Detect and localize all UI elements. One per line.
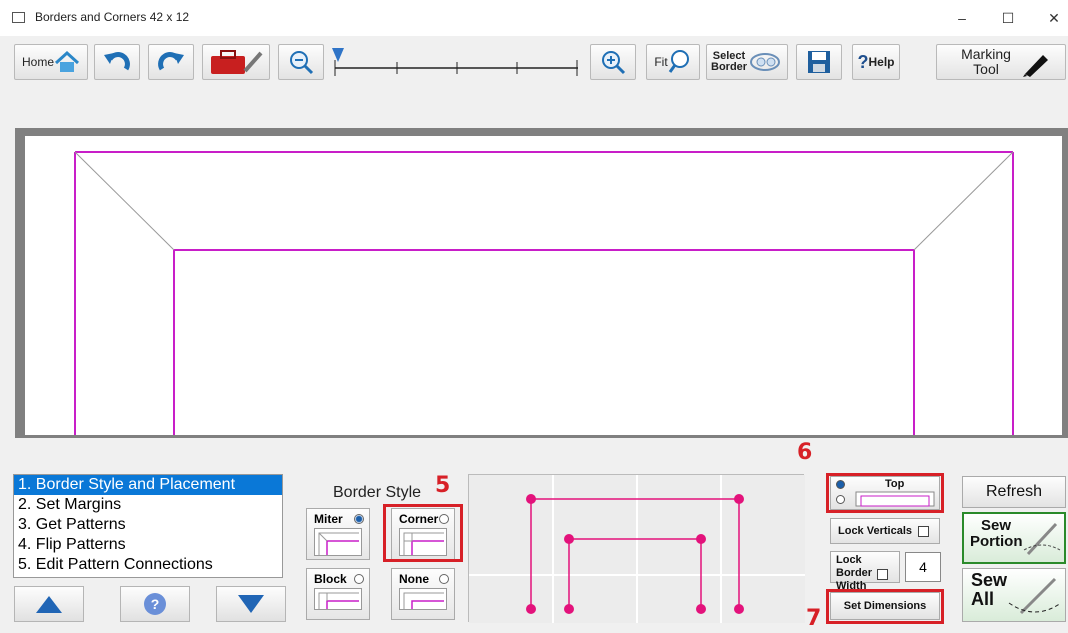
border-style-title: Border Style	[333, 484, 422, 501]
minimize-button[interactable]: –	[944, 6, 980, 30]
help-circle-icon: ?	[144, 593, 166, 615]
step-item[interactable]: 2. Set Margins	[14, 495, 282, 515]
needle-icon	[1023, 522, 1061, 556]
lock-verticals-control[interactable]: Lock Verticals	[830, 518, 940, 544]
zoom-slider-thumb	[332, 48, 344, 62]
sew-all-label: Sew All	[971, 570, 1008, 609]
home-label: Home	[21, 55, 54, 69]
border-layout-drawing	[74, 151, 1014, 435]
save-icon	[808, 51, 830, 73]
miter-style-icon	[314, 528, 362, 556]
redo-icon	[158, 52, 184, 71]
save-button[interactable]	[796, 44, 842, 80]
none-style-icon	[399, 588, 447, 610]
toolbox-icon	[211, 50, 263, 74]
block-option[interactable]: Block	[306, 568, 370, 620]
annotation-7: 7	[806, 606, 822, 631]
sew-all-button[interactable]: Sew All	[962, 568, 1066, 622]
border-node-diagram	[469, 475, 805, 623]
none-option[interactable]: None	[391, 568, 455, 620]
lock-verticals-label: Lock Verticals	[838, 525, 912, 537]
steps-list: 1. Border Style and Placement 2. Set Mar…	[13, 474, 283, 578]
arrow-up-icon	[36, 596, 62, 613]
undo-button[interactable]	[94, 44, 140, 80]
sew-portion-label: Sew Portion	[970, 517, 1023, 550]
app-icon	[12, 12, 25, 23]
svg-text:?: ?	[151, 596, 160, 612]
zoom-in-icon	[602, 51, 626, 75]
home-button[interactable]: Home	[14, 44, 88, 80]
magnifier-icon	[668, 50, 689, 73]
none-label: None	[399, 572, 429, 586]
step-item[interactable]: 5. Edit Pattern Connections	[14, 555, 282, 575]
house-icon	[54, 50, 80, 72]
toolbar: Home Fit Select Border ? Help Marking To…	[0, 36, 1068, 92]
zoom-out-icon	[290, 51, 314, 75]
lock-border-width-checkbox[interactable]	[877, 569, 888, 580]
select-border-label: Select Border	[711, 50, 748, 73]
corner-highlight-box	[383, 504, 463, 562]
window-title: Borders and Corners 42 x 12	[35, 10, 190, 24]
help-label: Help	[868, 55, 895, 69]
border-width-input[interactable]: 4	[905, 552, 941, 582]
close-button[interactable]: ✕	[1036, 6, 1068, 30]
previous-step-button[interactable]	[14, 586, 84, 622]
annotation-6: 6	[797, 440, 813, 465]
block-label: Block	[314, 572, 347, 586]
marking-tool-button[interactable]: Marking Tool	[936, 44, 1066, 80]
design-canvas[interactable]	[25, 136, 1062, 435]
select-border-button[interactable]: Select Border	[706, 44, 788, 80]
select-border-icon	[750, 53, 780, 71]
miter-label: Miter	[314, 512, 343, 526]
undo-icon	[104, 52, 130, 71]
miter-radio[interactable]	[354, 514, 364, 524]
zoom-in-button[interactable]	[590, 44, 636, 80]
needle-thread-icon	[1008, 577, 1062, 615]
redo-button[interactable]	[148, 44, 194, 80]
pencil-icon	[1023, 55, 1048, 77]
miter-option[interactable]: Miter	[306, 508, 370, 560]
step-help-button[interactable]: ?	[120, 586, 190, 622]
block-radio[interactable]	[354, 574, 364, 584]
toolbox-button[interactable]	[202, 44, 270, 80]
lock-verticals-checkbox[interactable]	[918, 526, 929, 537]
placement-highlight-box	[826, 473, 944, 513]
fit-label: Fit	[654, 55, 668, 69]
zoom-out-button[interactable]	[278, 44, 324, 80]
lock-border-width-control[interactable]: Lock Border Width	[830, 551, 900, 592]
title-bar: Borders and Corners 42 x 12 – ☐ ✕	[0, 0, 1068, 36]
block-style-icon	[314, 588, 362, 610]
question-mark-icon: ?	[857, 51, 869, 72]
zoom-slider[interactable]	[330, 48, 580, 78]
step-item[interactable]: 4. Flip Patterns	[14, 535, 282, 555]
step-item[interactable]: 1. Border Style and Placement	[14, 475, 282, 495]
border-preview-grid[interactable]	[468, 474, 805, 623]
arrow-down-icon	[238, 595, 264, 613]
lock-border-width-label: Lock Border Width	[836, 554, 873, 592]
set-dimensions-highlight-box	[826, 589, 944, 624]
annotation-5: 5	[435, 473, 451, 498]
maximize-button[interactable]: ☐	[990, 6, 1026, 30]
help-button[interactable]: ? Help	[852, 44, 900, 80]
none-radio[interactable]	[439, 574, 449, 584]
refresh-button[interactable]: Refresh	[962, 476, 1066, 508]
step-item[interactable]: 3. Get Patterns	[14, 515, 282, 535]
marking-tool-label: Marking Tool	[961, 46, 1011, 77]
sew-portion-button[interactable]: Sew Portion	[962, 512, 1066, 564]
fit-button[interactable]: Fit	[646, 44, 700, 80]
next-step-button[interactable]	[216, 586, 286, 622]
